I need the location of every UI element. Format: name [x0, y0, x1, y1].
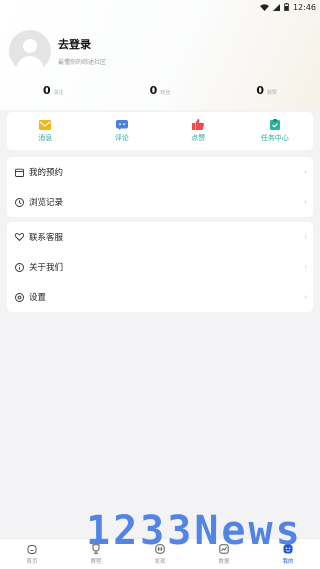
comment-icon: [115, 119, 128, 130]
quick-actions: 消息 评论 点赞 任务中心: [7, 112, 313, 150]
tab-home[interactable]: 首页: [0, 539, 64, 569]
message-icon: [39, 119, 52, 130]
quick-action-label: 消息: [38, 134, 53, 142]
chevron-right-icon: ›: [304, 198, 307, 206]
tab-label: 首页: [26, 558, 38, 565]
watermark: 1233News: [86, 508, 303, 554]
menu-item-history[interactable]: 浏览记录 ›: [7, 187, 313, 217]
menu-item-label: 关于我们: [29, 263, 64, 273]
quick-action-label: 任务中心: [260, 134, 289, 142]
profile-subtitle: 最懂你的综述社区: [58, 59, 107, 66]
chevron-right-icon: ›: [304, 293, 307, 301]
tab-label: 数据: [218, 558, 230, 565]
stat-label: 关注: [53, 90, 64, 96]
stats-row: 0 关注 0 粉丝 0 获赞: [0, 84, 320, 97]
quick-action-label: 点赞: [191, 134, 206, 142]
tab-label: 我的: [282, 558, 294, 565]
menu-item-label: 联系客服: [29, 233, 64, 243]
stat-label: 粉丝: [160, 90, 171, 96]
profile-header[interactable]: 去登录 最懂你的综述社区: [9, 30, 106, 72]
status-time: 12:46: [292, 2, 316, 12]
gear-icon: [14, 292, 24, 302]
menu-item-label: 设置: [29, 293, 47, 303]
chevron-right-icon: ›: [304, 233, 307, 241]
quick-action-label: 评论: [114, 134, 129, 142]
stat-likes[interactable]: 0 获赞: [213, 84, 320, 97]
tab-label: 发现: [154, 558, 166, 565]
stat-label: 获赞: [267, 90, 278, 96]
menu-item-label: 我的预约: [29, 168, 64, 178]
menu-card-secondary: 联系客服 › 关于我们 › 设置 ›: [7, 222, 313, 312]
info-icon: [14, 262, 24, 272]
task-icon: [269, 119, 281, 130]
quick-action-comments[interactable]: 评论: [84, 112, 161, 150]
menu-item-appointments[interactable]: 我的预约 ›: [7, 157, 313, 187]
stat-value: 0: [256, 84, 264, 97]
stat-value: 0: [43, 84, 51, 97]
stat-followers[interactable]: 0 粉丝: [107, 84, 214, 97]
chevron-right-icon: ›: [304, 168, 307, 176]
quick-action-likes[interactable]: 点赞: [160, 112, 237, 150]
chevron-right-icon: ›: [304, 263, 307, 271]
quick-action-messages[interactable]: 消息: [7, 112, 84, 150]
clock-icon: [14, 197, 24, 207]
tab-label: 赛程: [90, 558, 102, 565]
stat-value: 0: [149, 84, 158, 97]
battery-icon: [284, 3, 289, 11]
menu-card-primary: 我的预约 › 浏览记录 ›: [7, 157, 313, 217]
menu-item-settings[interactable]: 设置 ›: [7, 282, 313, 312]
signal-icon: [272, 3, 280, 11]
like-icon: [192, 119, 205, 130]
quick-action-task-center[interactable]: 任务中心: [237, 112, 314, 150]
status-bar: 12:46: [0, 0, 320, 14]
heart-icon: [14, 232, 24, 242]
stat-following[interactable]: 0 关注: [0, 84, 107, 97]
menu-item-about[interactable]: 关于我们 ›: [7, 252, 313, 282]
menu-item-customer-service[interactable]: 联系客服 ›: [7, 222, 313, 252]
login-link[interactable]: 去登录: [58, 36, 106, 52]
home-icon: [27, 544, 38, 555]
avatar[interactable]: [9, 30, 51, 72]
menu-item-label: 浏览记录: [29, 198, 64, 208]
wifi-icon: [259, 3, 269, 11]
calendar-icon: [14, 167, 24, 177]
